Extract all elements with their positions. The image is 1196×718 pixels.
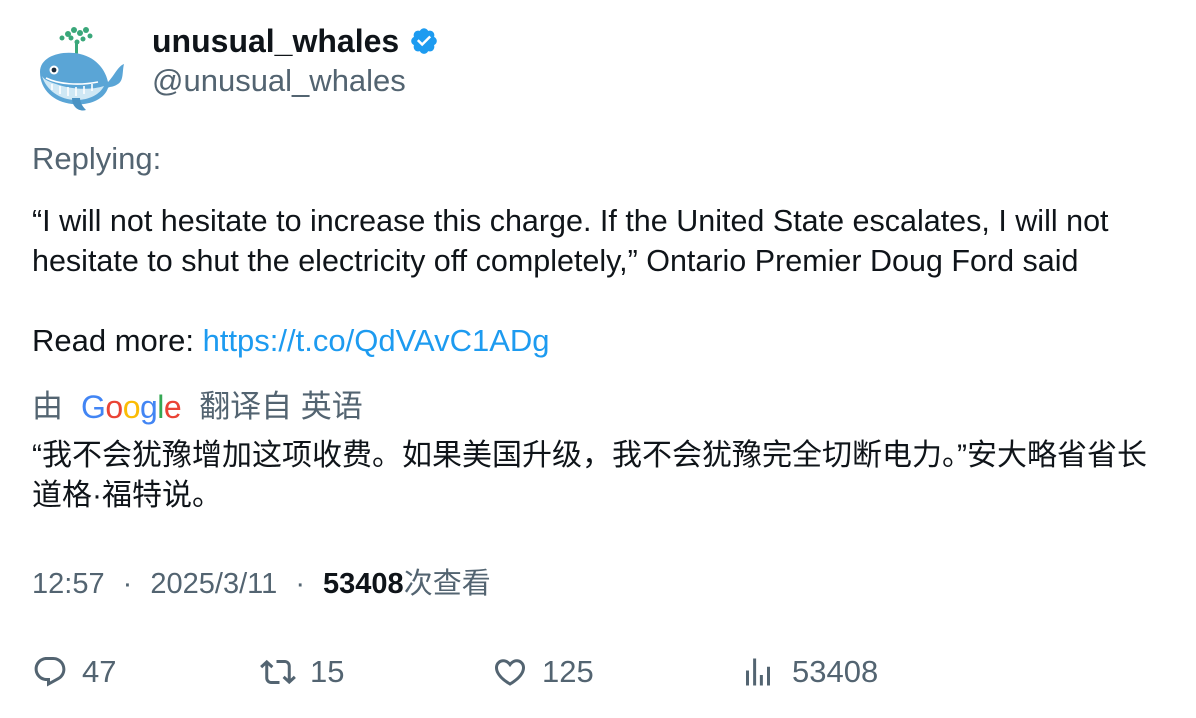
- google-logo: Google: [81, 389, 182, 425]
- analytics-icon: [746, 658, 770, 686]
- translated-text: “我不会犹豫增加这项收费。如果美国升级，我不会犹豫完全切断电力。”安大略省省长道…: [32, 439, 1147, 512]
- tweet-meta: 12:57 · 2025/3/11 · 53408次查看: [32, 565, 491, 603]
- tweet-time[interactable]: 12:57: [32, 568, 105, 600]
- like-count: 125: [542, 654, 594, 689]
- retweet-icon: [260, 659, 296, 685]
- translation-attribution: 由 Google 翻译自 英语: [32, 386, 363, 428]
- display-name[interactable]: unusual_whales: [152, 22, 439, 60]
- whale-icon: [40, 27, 124, 111]
- views-button[interactable]: 53408: [740, 648, 878, 696]
- views-count-action: 53408: [792, 654, 879, 689]
- views-label: 次查看: [403, 568, 491, 600]
- like-button[interactable]: 125: [492, 648, 594, 696]
- avatar[interactable]: [32, 24, 128, 114]
- meta-separator: ·: [295, 568, 305, 600]
- retweet-button[interactable]: 15: [260, 648, 344, 696]
- tweet-date[interactable]: 2025/3/11: [150, 568, 277, 600]
- tweet-card: unusual_whales @unusual_whales Replying:…: [0, 0, 1196, 718]
- translation-prefix: 由: [32, 389, 63, 424]
- handle[interactable]: @unusual_whales: [152, 62, 406, 100]
- display-name-text: unusual_whales: [152, 23, 400, 59]
- meta-separator: ·: [122, 568, 133, 600]
- action-bar: 47 15 125 53408: [32, 648, 1132, 696]
- reply-count: 47: [82, 654, 117, 689]
- translation-suffix: 翻译自 英语: [199, 389, 363, 424]
- tweet-link[interactable]: https://t.co/QdVAvC1ADg: [203, 323, 550, 358]
- reply-icon: [34, 657, 66, 687]
- views-count: 53408: [323, 568, 404, 600]
- reply-button[interactable]: 47: [32, 648, 116, 696]
- heart-icon: [494, 659, 526, 686]
- tweet-text: “I will not hesitate to increase this ch…: [32, 204, 1109, 278]
- verified-badge-icon: [411, 28, 437, 54]
- retweet-count: 15: [310, 654, 345, 689]
- replying-label: Replying:: [32, 141, 162, 176]
- read-more-label: Read more:: [32, 323, 194, 358]
- read-more-line: Read more: https://t.co/QdVAvC1ADg: [32, 321, 550, 361]
